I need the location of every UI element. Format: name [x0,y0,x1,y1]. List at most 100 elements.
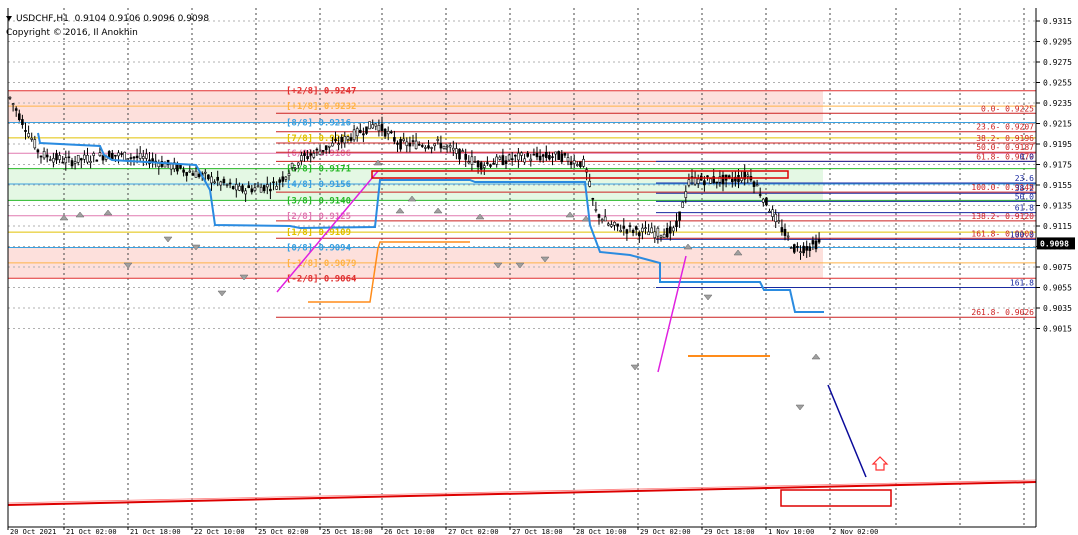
candle-body [228,182,232,185]
candle-body [414,140,418,149]
candle-body [513,154,517,157]
candle-body [83,154,86,160]
fractal-marker-icon [103,209,113,216]
candle-body [755,184,759,187]
candle-body [427,145,430,149]
candle-body [275,186,278,190]
candle-body [216,176,219,181]
candle-body [436,139,440,141]
candle-body [52,158,55,163]
fractal-marker-icon [163,236,173,243]
candle-body [8,96,12,99]
candle-body [659,235,663,238]
candle-body [817,239,821,243]
candle-body [176,164,179,172]
price-tick-label: 0.9135 [1043,202,1072,211]
candle-body [231,186,235,189]
candle-body [535,152,539,158]
candle-body [510,158,514,160]
candle-body [396,142,399,145]
target-box [780,489,892,507]
candle-body [312,153,316,158]
candle-body [67,156,71,159]
candle-body [476,160,480,168]
candle-body [582,158,585,167]
fib-blue-label: 100.0 [1010,230,1034,239]
price-tick-label: 0.9175 [1043,161,1072,170]
chart-menu-icon[interactable] [6,16,12,21]
candle-body [451,147,455,151]
time-tick-label: 2 Nov 02:00 [832,528,878,535]
candle-body [569,161,573,165]
candle-body [532,153,536,156]
candle-body [610,224,613,227]
candle-body [235,184,238,191]
candle-body [665,227,669,238]
fractal-marker-icon [795,404,805,411]
candle-body [132,156,136,159]
candle-body [219,181,223,186]
candle-body [566,157,570,162]
candle-body [39,155,43,158]
candle-body [95,159,99,162]
candle-body [634,226,638,230]
fractal-marker-icon [703,294,713,301]
candle-body [430,147,433,149]
fractal-marker-icon [373,159,383,166]
candle-body [656,227,660,237]
candle-body [197,173,201,178]
candle-body [439,142,443,149]
candle-body [92,153,95,156]
candle-body [324,145,328,151]
candle-body [765,197,768,206]
chart-window[interactable]: [+2/8] 0.9247 [+1/8] 0.9232 [8/8] 0.9216 [7… [0,0,1078,535]
candle-body [111,152,114,160]
candle-body [265,184,269,188]
candle-body [424,147,427,149]
fractal-marker-icon [75,211,85,218]
candle-body [498,156,502,160]
candle-body [98,152,102,156]
candle-body [126,158,130,161]
candle-body [256,185,260,188]
candle-body [706,175,709,178]
candle-body [135,155,139,159]
candle-body [703,180,706,186]
fib-red-label: 23.6- 0.9207 [976,123,1034,132]
candle-body [70,160,74,167]
time-tick-label: 27 Oct 02:00 [448,528,499,535]
candle-body [247,185,250,189]
candle-body [343,136,347,144]
candle-body [284,176,288,180]
candle-body [631,230,635,234]
candle-body [594,208,598,211]
candle-body [389,131,393,134]
candle-body [417,144,421,146]
price-chart[interactable]: [+2/8] 0.9247[+1/8] 0.9232[8/8] 0.9216[7… [0,0,1078,535]
candle-body [244,190,247,195]
time-tick-label: 28 Oct 10:00 [576,528,627,535]
candle-body [789,247,793,249]
fib-blue-label: 0.0 [1020,152,1035,161]
candle-body [21,119,24,125]
candle-body [684,191,688,198]
candle-body [603,216,607,222]
candle-body [142,156,145,159]
fractal-marker-icon [395,207,405,214]
price-tick-label: 0.9235 [1043,99,1072,108]
candle-body [554,151,557,155]
time-tick-label: 21 Oct 02:00 [66,528,117,535]
candle-body [399,139,402,150]
price-tick-label: 0.9275 [1043,58,1072,67]
candle-body [89,160,92,163]
candle-body [650,227,654,234]
price-tick-label: 0.9315 [1043,17,1072,26]
candle-body [746,174,750,177]
price-tick-label: 0.9075 [1043,263,1072,272]
candle-body [76,154,80,163]
candle-body [613,221,616,226]
candle-body [259,186,263,193]
candle-body [86,154,89,163]
candle-body [771,209,774,217]
candle-body [780,227,784,233]
